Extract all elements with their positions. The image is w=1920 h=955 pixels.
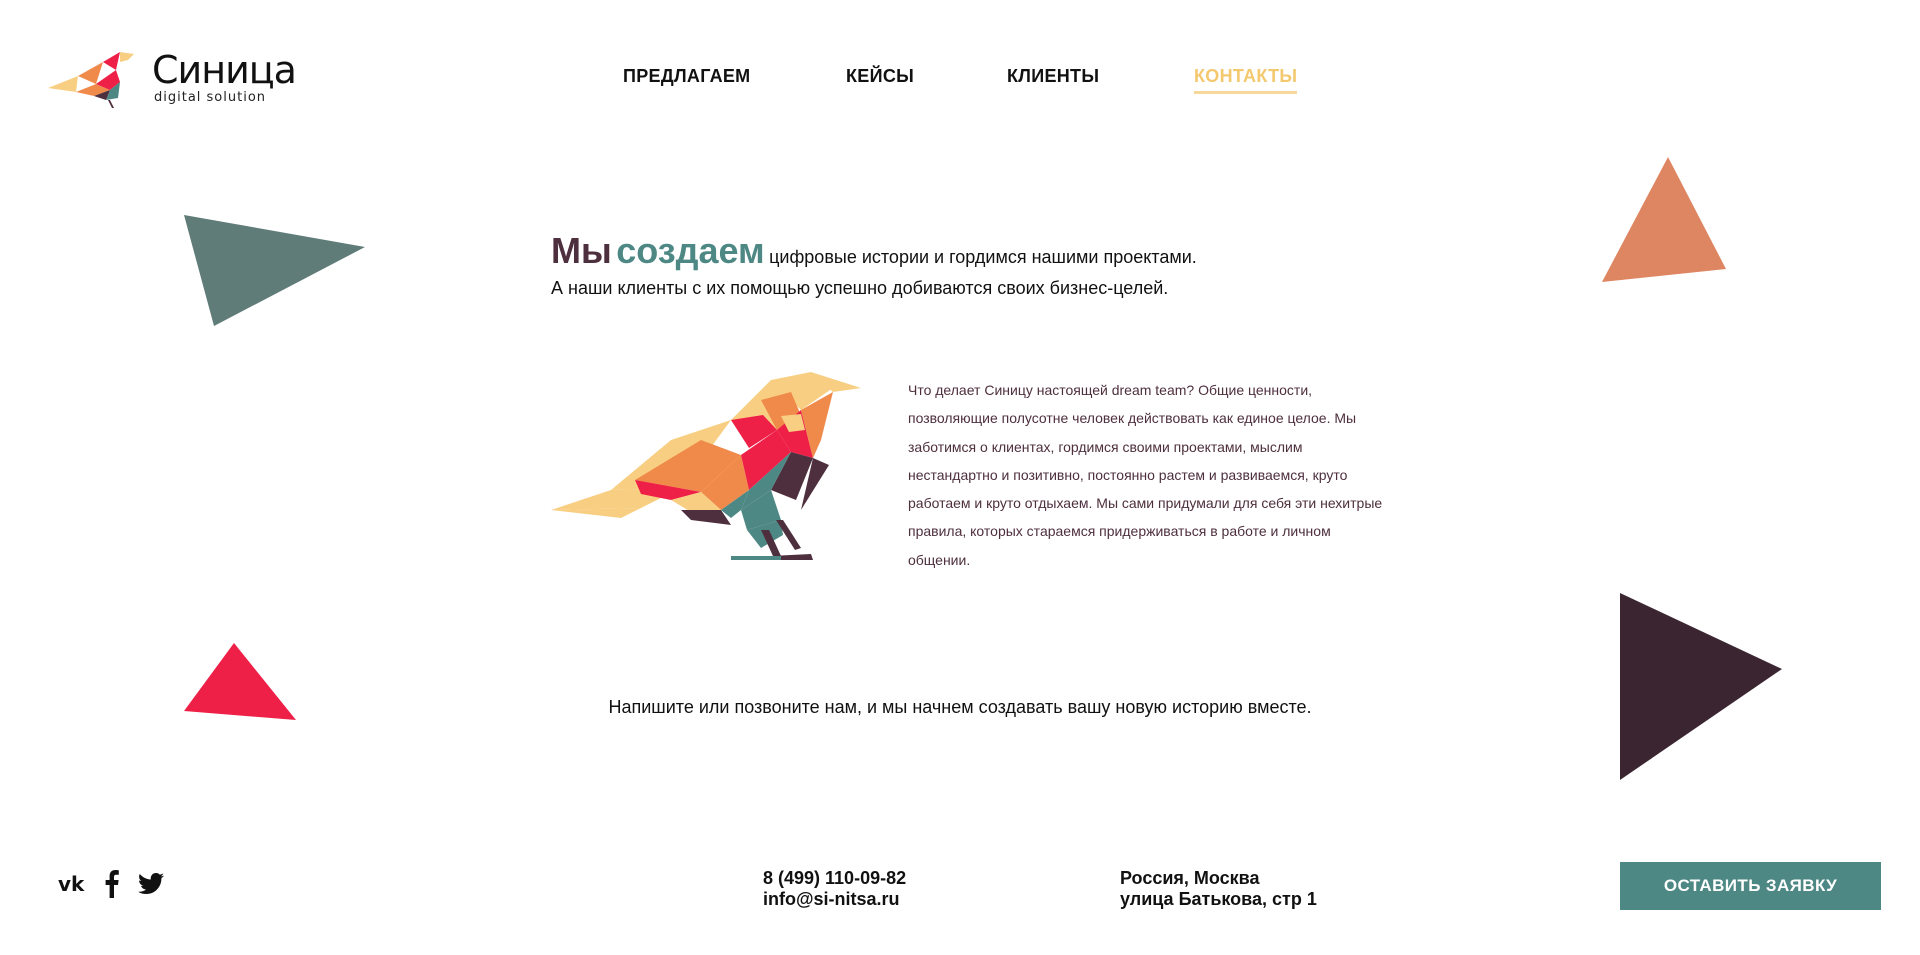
bird-illustration	[551, 372, 861, 560]
social-links: vk	[58, 870, 164, 904]
facebook-icon[interactable]	[104, 870, 120, 904]
headline-word-we: Мы	[551, 230, 612, 271]
contact-phone-email: 8 (499) 110-09-82 info@si-nitsa.ru	[763, 868, 906, 910]
about-paragraph: Что делает Синицу настоящей dream team? …	[908, 382, 1383, 568]
leave-request-button[interactable]: ОСТАВИТЬ ЗАЯВКУ	[1620, 862, 1881, 910]
twitter-icon[interactable]	[138, 873, 164, 901]
triangle-coral-decoration	[1602, 157, 1726, 282]
triangle-graytile-decoration	[184, 215, 365, 326]
main-nav: ПРЕДЛАГАЕМ КЕЙСЫ КЛИЕНТЫ КОНТАКТЫ	[0, 66, 1920, 96]
call-to-action-text: Напишите или позвоните нам, и мы начнем …	[0, 697, 1920, 718]
contact-address: Россия, Москва улица Батькова, стр 1	[1120, 868, 1317, 910]
vk-icon[interactable]: vk	[58, 872, 86, 900]
address-city: Россия, Москва	[1120, 868, 1260, 888]
headline-word-create: создаем	[616, 230, 765, 271]
nav-item-clients[interactable]: КЛИЕНТЫ	[1007, 66, 1099, 87]
nav-item-offer[interactable]: ПРЕДЛАГАЕМ	[623, 66, 750, 87]
headline-line2: А наши клиенты с их помощью успешно доби…	[551, 278, 1169, 298]
phone-link[interactable]: 8 (499) 110-09-82	[763, 868, 906, 889]
headline-rest: цифровые истории и гордимся нашими проек…	[769, 247, 1197, 267]
email-link[interactable]: info@si-nitsa.ru	[763, 889, 906, 910]
headline: Мы создаем цифровые истории и гордимся н…	[551, 230, 1401, 299]
nav-item-contacts[interactable]: КОНТАКТЫ	[1194, 66, 1298, 94]
triangle-dark-decoration	[1620, 593, 1782, 780]
address-street: улица Батькова, стр 1	[1120, 889, 1317, 909]
nav-item-cases[interactable]: КЕЙСЫ	[846, 66, 914, 87]
call-to-action-label: Напишите или позвоните нам, и мы начнем …	[608, 697, 1312, 717]
svg-text:vk: vk	[58, 874, 85, 894]
